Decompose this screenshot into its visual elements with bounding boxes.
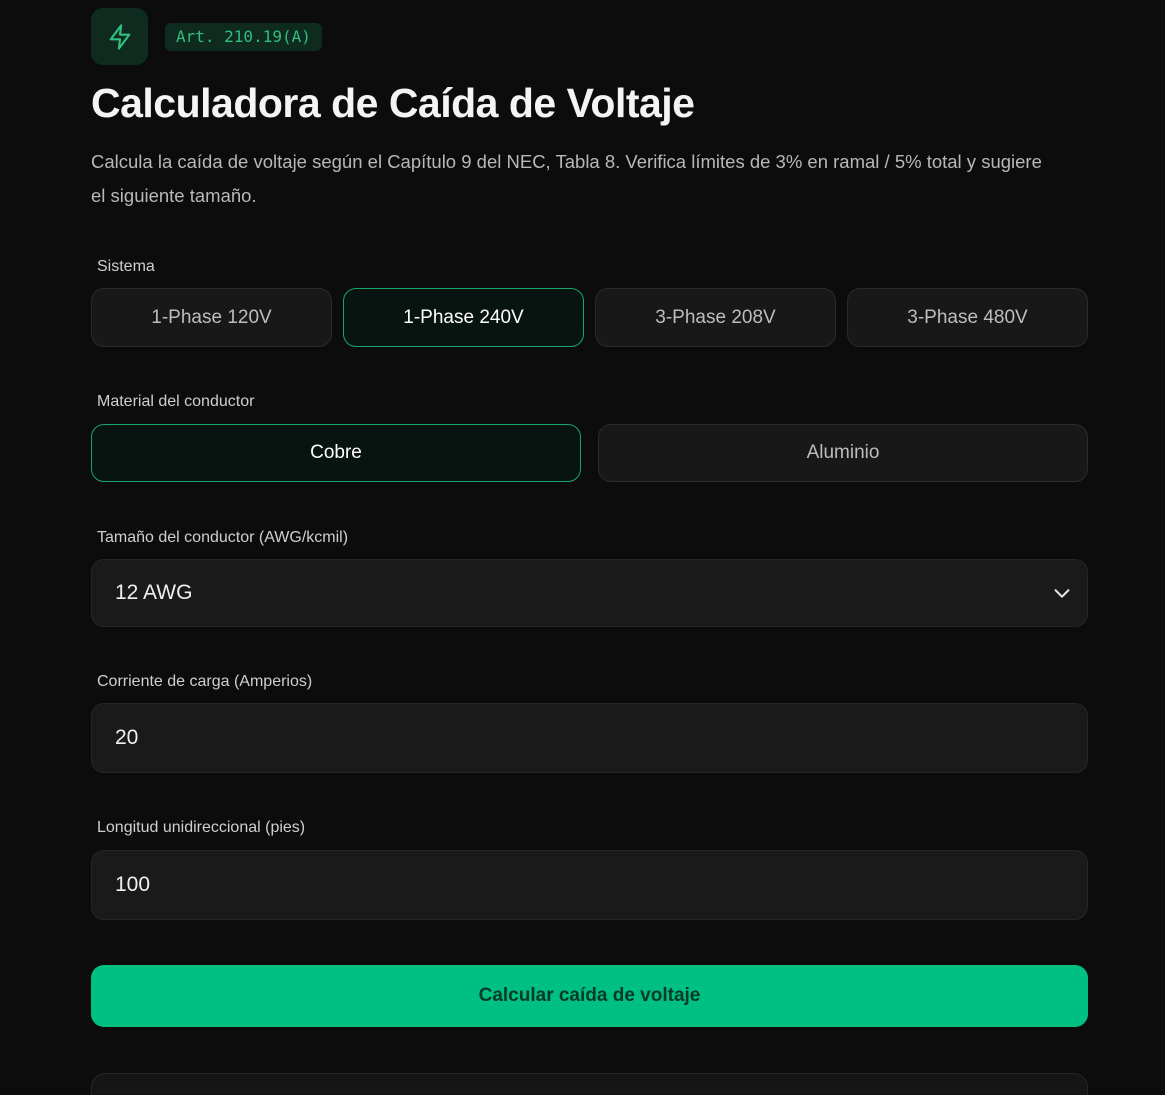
- length-label: Longitud unidireccional (pies): [97, 819, 306, 836]
- header-row: Art. 210.19(A): [91, 8, 322, 65]
- material-label: Material del conductor: [97, 393, 255, 410]
- calculate-button[interactable]: Calcular caída de voltaje: [91, 965, 1088, 1027]
- material-option-cobre[interactable]: Cobre: [91, 424, 581, 482]
- chevron-down-icon: [1054, 589, 1070, 598]
- system-label: Sistema: [97, 258, 155, 275]
- length-input[interactable]: 100: [91, 850, 1088, 920]
- conductor-size-select[interactable]: 12 AWG: [91, 559, 1088, 627]
- system-option-3phase-480v[interactable]: 3-Phase 480V: [847, 288, 1088, 347]
- conductor-size-value: 12 AWG: [115, 581, 193, 604]
- result-card: [91, 1073, 1088, 1095]
- current-input[interactable]: 20: [91, 703, 1088, 773]
- system-option-1phase-120v[interactable]: 1-Phase 120V: [91, 288, 332, 347]
- current-value: 20: [115, 726, 139, 749]
- logo: [91, 8, 148, 65]
- conductor-size-label: Tamaño del conductor (AWG/kcmil): [97, 529, 349, 546]
- nec-article-badge: Art. 210.19(A): [165, 22, 322, 51]
- lightning-bolt-icon: [109, 23, 130, 50]
- current-label: Corriente de carga (Amperios): [97, 673, 313, 690]
- length-value: 100: [115, 873, 151, 896]
- material-option-aluminio[interactable]: Aluminio: [598, 424, 1088, 482]
- voltage-drop-calculator: Art. 210.19(A) Calculadora de Caída de V…: [0, 0, 1165, 1095]
- system-option-1phase-240v[interactable]: 1-Phase 240V: [343, 288, 584, 347]
- page-subtitle: Calcula la caída de voltaje según el Cap…: [91, 151, 1042, 206]
- page-title: Calculadora de Caída de Voltaje: [91, 80, 695, 126]
- system-option-3phase-208v[interactable]: 3-Phase 208V: [595, 288, 836, 347]
